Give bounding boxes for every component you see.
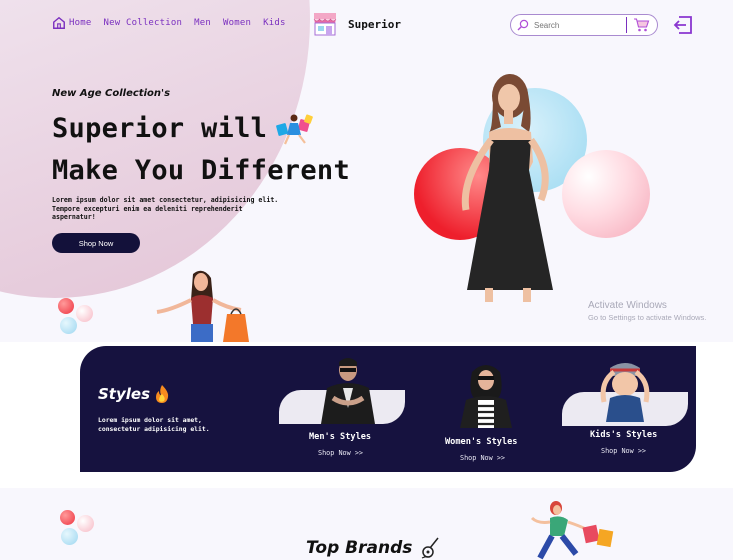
category-kids-link[interactable]: Shop Now >>: [601, 447, 646, 455]
shop-now-button[interactable]: Shop Now: [52, 233, 140, 253]
top-brands-title-text: Top Brands: [306, 538, 413, 558]
deco-dot-blue: [60, 317, 77, 334]
search-divider: [626, 17, 627, 33]
brand-name: Superior: [348, 17, 401, 31]
fire-icon: [156, 385, 169, 403]
nav-women[interactable]: Women: [223, 18, 251, 28]
landing-page: Home New Collection Men Women Kids Super…: [0, 0, 733, 560]
deco-dot-blue-2: [61, 528, 78, 545]
styles-description: Lorem ipsum dolor sit amet, consectetur …: [98, 416, 210, 433]
watermark-line2: Go to Settings to activate Windows.: [588, 313, 707, 322]
category-women-name: Women's Styles: [445, 437, 518, 447]
deco-dot-pink-2: [77, 515, 94, 532]
hero-ball-pink: [562, 150, 650, 238]
nav-new-collection[interactable]: New Collection: [103, 18, 182, 28]
cart-icon[interactable]: [633, 18, 650, 32]
hero-tagline: New Age Collection's: [52, 88, 171, 99]
category-men-link[interactable]: Shop Now >>: [318, 449, 363, 457]
styles-title-text: Styles: [98, 385, 150, 403]
search-input[interactable]: [534, 20, 618, 30]
women-style-photo: [460, 365, 512, 428]
main-nav: Home New Collection Men Women Kids: [52, 16, 286, 30]
deco-dot-pink: [76, 305, 93, 322]
kids-style-photo: [600, 363, 650, 422]
deco-dot-red: [58, 298, 74, 314]
running-shopper-illustration: [530, 501, 614, 560]
brand-logo[interactable]: Superior: [312, 12, 401, 36]
hero-headline-line1: Superior will: [52, 113, 268, 144]
top-brands-title: Top Brands: [306, 536, 442, 560]
hero-headline: Superior will Make You Different: [52, 108, 350, 192]
deco-dot-red-2: [60, 510, 75, 525]
nav-kids[interactable]: Kids: [263, 18, 285, 28]
nav-home-label: Home: [69, 18, 92, 28]
category-women-link[interactable]: Shop Now >>: [460, 454, 505, 462]
men-style-photo: [321, 358, 375, 424]
shopping-woman-illustration: [156, 270, 249, 342]
logout-icon[interactable]: [673, 15, 693, 35]
hero-headline-line2: Make You Different: [52, 155, 350, 186]
guitar-icon: [422, 537, 439, 559]
shopping-girl-icon: [276, 114, 314, 145]
nav-home[interactable]: Home: [52, 16, 91, 30]
watermark-line1: Activate Windows: [588, 300, 667, 311]
home-icon: [53, 16, 65, 29]
activate-windows-watermark: Activate Windows Go to Settings to activ…: [588, 300, 706, 322]
nav-men[interactable]: Men: [194, 18, 211, 28]
hero-description: Lorem ipsum dolor sit amet consectetur, …: [52, 196, 279, 221]
store-icon: [313, 13, 337, 36]
search-bar: [510, 14, 658, 36]
hero-model-woman: [461, 74, 553, 302]
styles-title: Styles: [98, 385, 169, 403]
search-icon[interactable]: [517, 19, 529, 31]
category-kids-name: Kids's Styles: [590, 430, 658, 440]
category-men-name: Men's Styles: [309, 432, 372, 442]
